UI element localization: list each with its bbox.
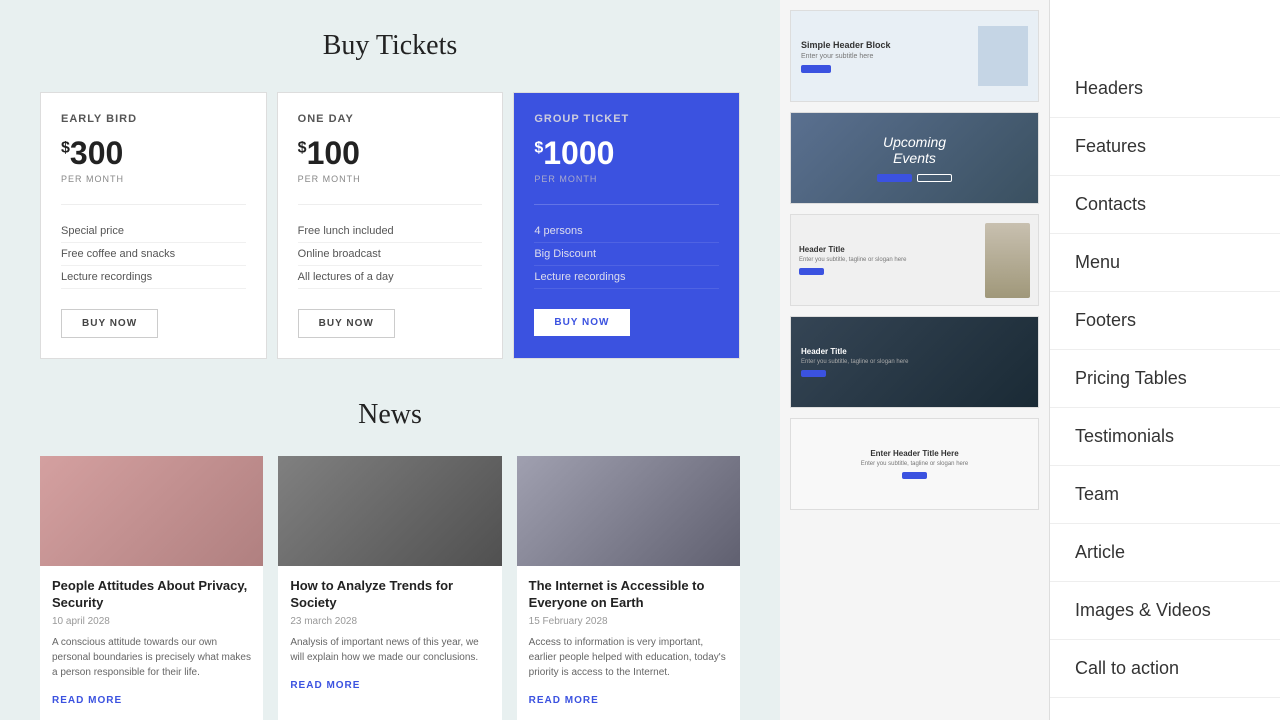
plan-name-early-bird: EARLY BIRD [61, 113, 246, 125]
thumb5-button-shape [902, 472, 927, 479]
news-image-1 [40, 456, 263, 566]
plan-name-one-day: ONE DAY [298, 113, 483, 125]
period-group: PER MONTH [534, 174, 719, 184]
thumbnail-events[interactable]: UpcomingEvents [790, 112, 1039, 204]
thumb5-title-text: Enter Header Title Here [870, 449, 958, 458]
news-card-1: People Attitudes About Privacy, Security… [40, 456, 263, 720]
feature-item: Special price [61, 220, 246, 243]
news-card-3: The Internet is Accessible to Everyone o… [517, 456, 740, 720]
price-one-day: $100 [298, 135, 483, 172]
category-item-testimonials[interactable]: Testimonials [1050, 408, 1280, 466]
news-section-title: News [40, 399, 740, 431]
category-item-headers[interactable]: Headers [1050, 60, 1280, 118]
news-date-1: 10 april 2028 [52, 616, 251, 627]
right-panel: ✓ Select and Drag Section to Page Simple… [780, 0, 1280, 720]
pricing-section-title: Buy Tickets [40, 30, 740, 62]
currency-symbol-2: $ [298, 139, 307, 156]
news-date-2: 23 march 2028 [290, 616, 489, 627]
period-early-bird: PER MONTH [61, 174, 246, 184]
feature-item: All lectures of a day [298, 266, 483, 289]
thumb3-person-shape [985, 223, 1030, 298]
read-more-1[interactable]: READ MORE [52, 695, 122, 706]
news-content-2: How to Analyze Trends for Society 23 mar… [278, 566, 501, 705]
thumb2-btn-1 [877, 174, 912, 182]
feature-item: Free lunch included [298, 220, 483, 243]
thumb2-title-text: UpcomingEvents [877, 134, 952, 166]
thumb4-button-shape [801, 370, 826, 377]
thumbnail-simple-header[interactable]: Simple Header Block Enter your subtitle … [790, 10, 1039, 102]
news-excerpt-3: Access to information is very important,… [529, 635, 728, 680]
thumb-preview-2: UpcomingEvents [791, 113, 1038, 203]
news-content-3: The Internet is Accessible to Everyone o… [517, 566, 740, 720]
feature-list-early-bird: Special price Free coffee and snacks Lec… [61, 220, 246, 289]
buy-button-early-bird[interactable]: BUY NOW [61, 309, 158, 338]
category-item-pricing-tables[interactable]: Pricing Tables [1050, 350, 1280, 408]
thumbnail-header-dark[interactable]: Header Title Enter you subtitle, tagline… [790, 316, 1039, 408]
thumb2-btn-2 [917, 174, 952, 182]
thumb1-title-text: Simple Header Block [801, 40, 968, 50]
thumbnail-header-light[interactable]: Enter Header Title Here Enter you subtit… [790, 418, 1039, 510]
news-content-1: People Attitudes About Privacy, Security… [40, 566, 263, 720]
feature-item: Free coffee and snacks [61, 243, 246, 266]
feature-item: 4 persons [534, 220, 719, 243]
pricing-card-one-day: ONE DAY $100 PER MONTH Free lunch includ… [277, 92, 504, 359]
category-item-footers[interactable]: Footers [1050, 292, 1280, 350]
news-excerpt-2: Analysis of important news of this year,… [290, 635, 489, 665]
feature-item: Lecture recordings [61, 266, 246, 289]
thumb1-button-shape [801, 65, 831, 73]
period-one-day: PER MONTH [298, 174, 483, 184]
currency-symbol-3: $ [534, 139, 543, 156]
thumb4-sub-text: Enter you subtitle, tagline or slogan he… [801, 359, 908, 365]
news-cards: People Attitudes About Privacy, Security… [40, 456, 740, 720]
category-item-call-to-action[interactable]: Call to action [1050, 640, 1280, 698]
news-title-1: People Attitudes About Privacy, Security [52, 578, 251, 612]
category-item-article[interactable]: Article [1050, 524, 1280, 582]
category-item-menu[interactable]: Menu [1050, 234, 1280, 292]
thumb5-sub-text: Enter you subtitle, tagline or slogan he… [861, 461, 968, 467]
pricing-card-early-bird: EARLY BIRD $300 PER MONTH Special price … [40, 92, 267, 359]
buy-button-one-day[interactable]: BUY NOW [298, 309, 395, 338]
thumb1-sub-text: Enter your subtitle here [801, 53, 968, 60]
thumb3-title-text: Header Title [799, 245, 980, 254]
news-title-2: How to Analyze Trends for Society [290, 578, 489, 612]
news-image-3 [517, 456, 740, 566]
category-nav: Headers Features Contacts Menu Footers P… [1050, 0, 1280, 720]
thumb-preview-4: Header Title Enter you subtitle, tagline… [791, 317, 1038, 407]
buy-button-group[interactable]: BUY NOW [534, 309, 629, 336]
feature-item: Big Discount [534, 243, 719, 266]
read-more-2[interactable]: READ MORE [290, 680, 360, 691]
feature-list-group: 4 persons Big Discount Lecture recording… [534, 220, 719, 289]
category-item-features[interactable]: Features [1050, 118, 1280, 176]
category-item-images-videos[interactable]: Images & Videos [1050, 582, 1280, 640]
news-card-2: How to Analyze Trends for Society 23 mar… [278, 456, 501, 720]
news-title-3: The Internet is Accessible to Everyone o… [529, 578, 728, 612]
thumb-preview-3: Header Title Enter you subtitle, tagline… [791, 215, 1038, 305]
pricing-cards: EARLY BIRD $300 PER MONTH Special price … [40, 92, 740, 359]
thumbnails-column[interactable]: Simple Header Block Enter your subtitle … [780, 0, 1050, 720]
thumb3-sub-text: Enter you subtitle, tagline or slogan he… [799, 257, 980, 263]
thumb4-title-text: Header Title [801, 347, 908, 356]
editor-panel: Buy Tickets EARLY BIRD $300 PER MONTH Sp… [0, 0, 780, 720]
news-date-3: 15 February 2028 [529, 616, 728, 627]
thumbnail-header-person[interactable]: Header Title Enter you subtitle, tagline… [790, 214, 1039, 306]
plan-name-group: GROUP TICKET [534, 113, 719, 125]
price-early-bird: $300 [61, 135, 246, 172]
feature-item: Lecture recordings [534, 266, 719, 289]
feature-item: Online broadcast [298, 243, 483, 266]
news-image-2 [278, 456, 501, 566]
thumb3-button-shape [799, 268, 824, 275]
thumb-preview-5: Enter Header Title Here Enter you subtit… [791, 419, 1038, 509]
price-group: $1000 [534, 135, 719, 172]
news-excerpt-1: A conscious attitude towards our own per… [52, 635, 251, 680]
thumb1-image-box [978, 26, 1028, 86]
feature-list-one-day: Free lunch included Online broadcast All… [298, 220, 483, 289]
read-more-3[interactable]: READ MORE [529, 695, 599, 706]
pricing-card-group: GROUP TICKET $1000 PER MONTH 4 persons B… [513, 92, 740, 359]
category-item-team[interactable]: Team [1050, 466, 1280, 524]
thumb-preview-1: Simple Header Block Enter your subtitle … [791, 11, 1038, 101]
category-item-contacts[interactable]: Contacts [1050, 176, 1280, 234]
currency-symbol-1: $ [61, 139, 70, 156]
